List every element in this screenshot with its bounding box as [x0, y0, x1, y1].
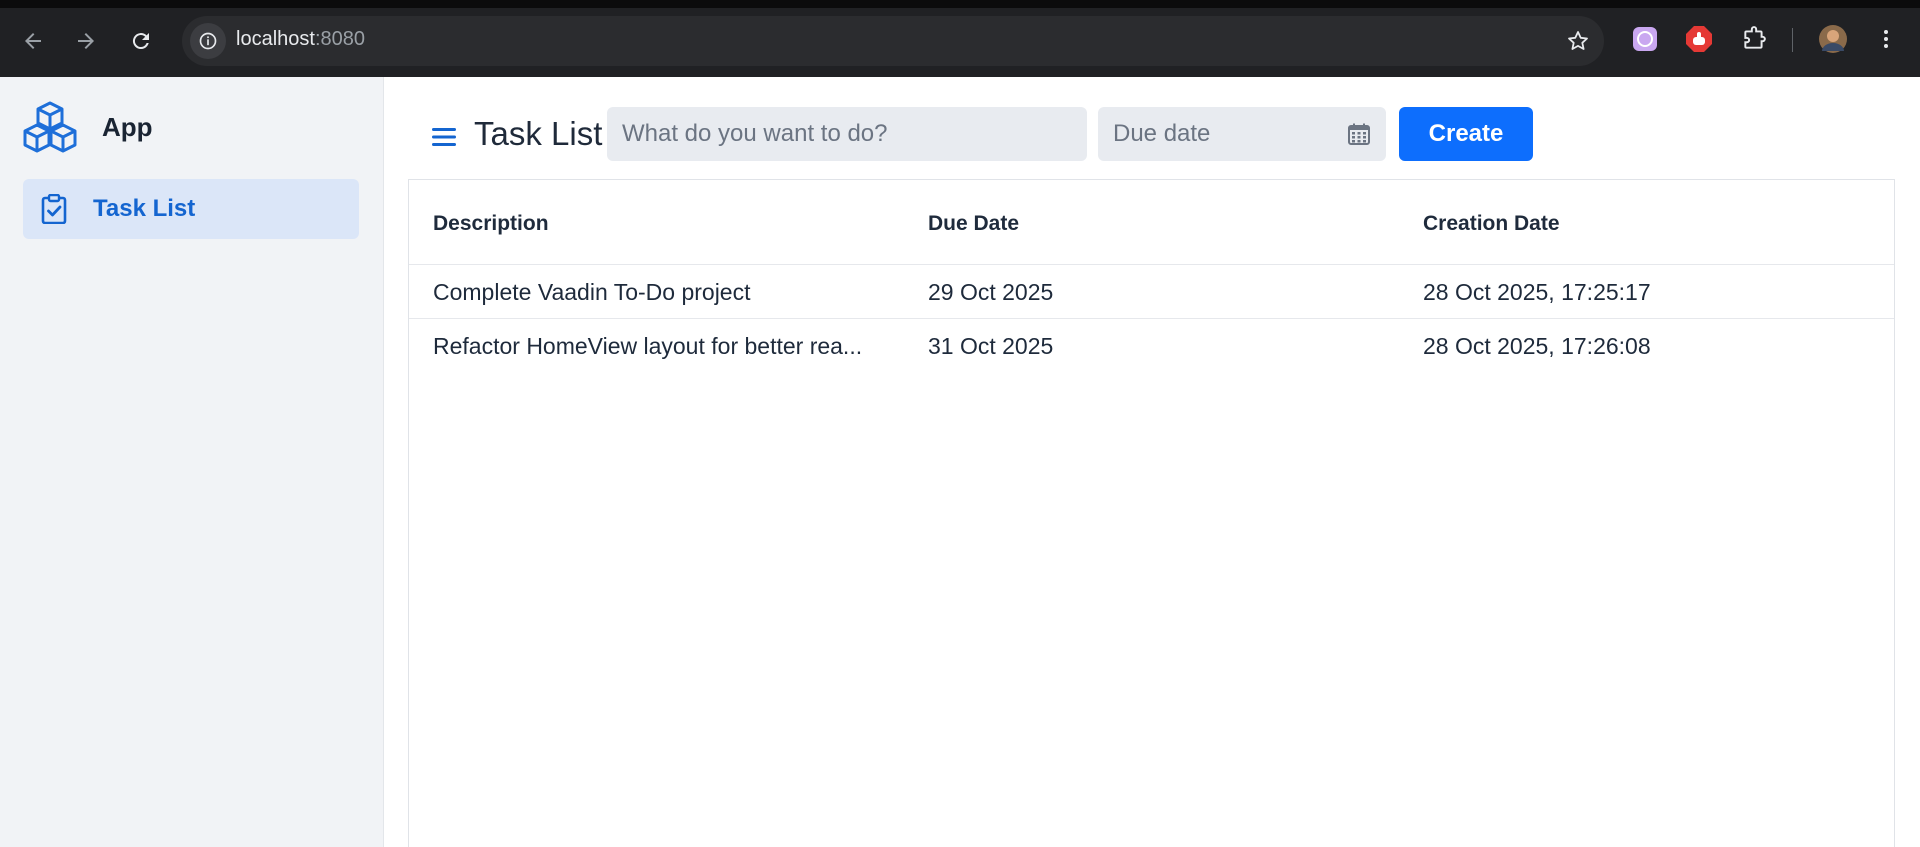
- app-layout: App Task List Task List Create: [0, 77, 1920, 847]
- clipboard-check-icon: [39, 194, 69, 224]
- extensions-button[interactable]: [1739, 24, 1769, 54]
- back-arrow-icon: [25, 33, 41, 49]
- reload-button[interactable]: [122, 22, 160, 60]
- column-header-creation-date[interactable]: Creation Date: [1423, 212, 1863, 236]
- column-header-description[interactable]: Description: [433, 212, 893, 236]
- extension-purple-button[interactable]: [1630, 24, 1660, 54]
- task-grid: Description Due Date Creation Date Compl…: [408, 179, 1895, 847]
- due-date-input[interactable]: [1098, 107, 1386, 161]
- row-creation-date: 28 Oct 2025, 17:26:08: [1423, 333, 1651, 359]
- stop-hand-icon: [1686, 26, 1712, 52]
- chrome-menu-button[interactable]: [1871, 24, 1901, 54]
- view-toolbar: Task List Create: [384, 77, 1920, 181]
- sidebar-item-label: Task List: [93, 195, 196, 222]
- column-header-due-date[interactable]: Due Date: [928, 212, 1368, 236]
- url-host: localhost: [236, 28, 315, 50]
- url-port: :8080: [314, 28, 365, 50]
- more-vertical-icon: [1884, 30, 1888, 48]
- forward-button[interactable]: [67, 22, 105, 60]
- puzzle-icon: [1744, 26, 1766, 49]
- description-field[interactable]: [607, 107, 1087, 161]
- grid-header: Description Due Date Creation Date: [409, 180, 1894, 265]
- extension-red-button[interactable]: [1684, 24, 1714, 54]
- row-creation-date: 28 Oct 2025, 17:25:17: [1423, 279, 1651, 305]
- row-description: Complete Vaadin To-Do project: [433, 279, 751, 305]
- star-icon: [1568, 31, 1588, 50]
- profile-button[interactable]: [1818, 24, 1848, 54]
- description-input[interactable]: [607, 107, 1087, 161]
- reload-icon: [132, 33, 149, 50]
- side-drawer: App Task List: [0, 77, 384, 847]
- calendar-icon[interactable]: [1346, 121, 1372, 147]
- tab-strip: [0, 0, 1920, 8]
- hamburger-menu-icon: [432, 128, 456, 146]
- forward-arrow-icon: [78, 33, 94, 49]
- page-title: Task List: [474, 115, 603, 152]
- due-date-field[interactable]: [1098, 107, 1386, 161]
- cubes-logo-icon: [23, 101, 77, 153]
- table-row[interactable]: Refactor HomeView layout for better rea.…: [409, 319, 1894, 373]
- bookmark-button[interactable]: [1562, 25, 1594, 57]
- create-button[interactable]: Create: [1399, 107, 1533, 161]
- site-info-button[interactable]: [190, 23, 226, 59]
- drawer-toggle-button[interactable]: [424, 117, 464, 157]
- row-due-date: 29 Oct 2025: [928, 279, 1054, 305]
- app-name: App: [102, 111, 153, 142]
- url-text: localhost:8080: [236, 28, 365, 51]
- brand: App: [22, 99, 153, 155]
- row-due-date: 31 Oct 2025: [928, 333, 1054, 359]
- browser-toolbar: localhost:8080: [0, 0, 1920, 77]
- sidebar-item-task-list[interactable]: Task List: [23, 179, 359, 239]
- main-content: Task List Create Description Due Date Cr…: [384, 77, 1920, 847]
- avatar: [1819, 25, 1847, 53]
- back-button[interactable]: [14, 22, 52, 60]
- row-description: Refactor HomeView layout for better rea.…: [433, 333, 863, 359]
- table-row[interactable]: Complete Vaadin To-Do project 29 Oct 202…: [409, 265, 1894, 319]
- toolbar-divider: [1792, 28, 1793, 52]
- extension-circle-icon: [1633, 27, 1657, 51]
- address-bar[interactable]: localhost:8080: [182, 16, 1604, 66]
- info-icon: [199, 32, 217, 50]
